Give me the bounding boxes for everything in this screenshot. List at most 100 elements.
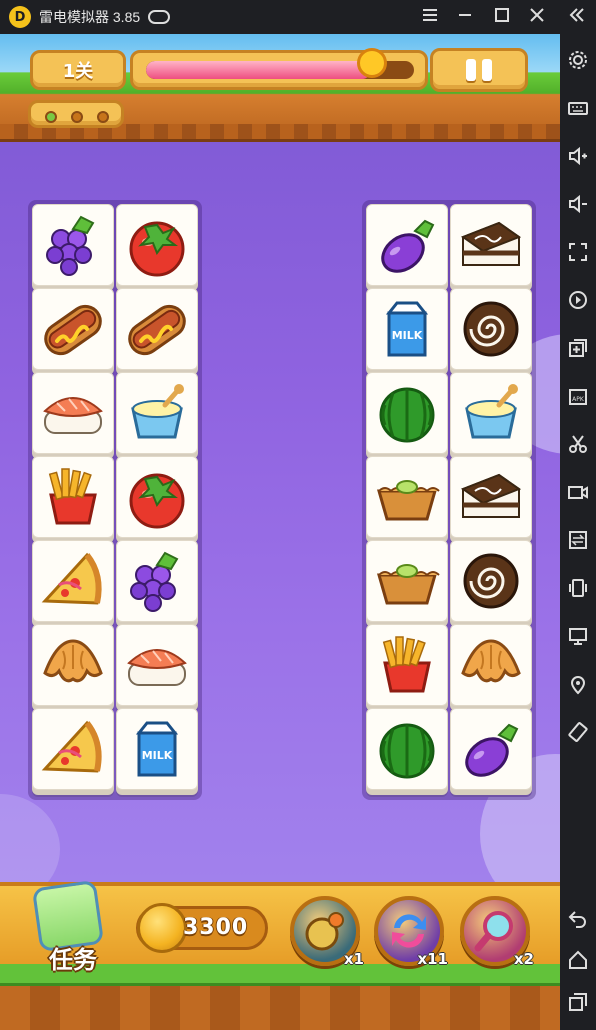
pause-icon [482, 59, 492, 81]
watermelon-icon [379, 723, 435, 779]
tile-cake[interactable] [450, 204, 532, 286]
tile-tart[interactable] [366, 456, 448, 538]
screenshot-scissors-icon[interactable] [566, 432, 590, 456]
settings-gear-icon[interactable] [566, 48, 590, 72]
tile-fries[interactable] [32, 456, 114, 538]
eggplant-icon [465, 723, 519, 777]
croissant-icon [43, 639, 103, 683]
bomb-hint-icon [305, 912, 344, 951]
svg-text:MILK: MILK [392, 329, 423, 342]
magnifier-powerup-button[interactable]: x2 [460, 896, 534, 968]
sync-icon[interactable] [566, 528, 590, 552]
app-logo-icon: D [9, 6, 31, 28]
sushi-icon [43, 397, 103, 434]
fries-icon [48, 468, 97, 525]
location-icon[interactable] [566, 672, 590, 696]
tile-tart[interactable] [366, 540, 448, 622]
maximize-icon[interactable] [490, 5, 514, 29]
menu-icon[interactable] [418, 5, 442, 29]
volume-down-icon[interactable] [566, 192, 590, 216]
tile-hotdog[interactable] [32, 288, 114, 370]
tile-grape[interactable] [32, 204, 114, 286]
multi-instance-icon[interactable] [566, 336, 590, 360]
fullscreen-icon[interactable] [566, 240, 590, 264]
tile-tomato[interactable] [116, 204, 198, 286]
emulator-window: D 雷电模拟器 3.85 APK 1关 MILK MILK 任务 3300 x1… [0, 0, 596, 1030]
tile-eggplant[interactable] [450, 708, 532, 790]
tomato-icon [129, 221, 185, 277]
tile-hotdog[interactable] [116, 288, 198, 370]
keyboard-icon[interactable] [566, 96, 590, 120]
tart-icon [377, 564, 440, 605]
croissant-icon [461, 639, 521, 683]
gamepad-icon[interactable] [148, 10, 171, 24]
sun-marker-icon [357, 48, 388, 78]
magnifier-count: x2 [513, 950, 534, 968]
tile-pudding[interactable] [116, 372, 198, 454]
stage-dot [45, 111, 57, 123]
hotdog-icon [44, 304, 102, 356]
tile-milk[interactable]: MILK [116, 708, 198, 790]
tile-eggplant[interactable] [366, 204, 448, 286]
hint-powerup-button[interactable]: x1 [290, 896, 364, 968]
recent-apps-icon[interactable] [566, 990, 590, 1014]
tile-sushi[interactable] [32, 372, 114, 454]
tile-pizza[interactable] [32, 540, 114, 622]
tile-tomato[interactable] [116, 456, 198, 538]
home-icon[interactable] [566, 948, 590, 972]
swissroll-icon [463, 301, 519, 357]
pizza-icon [41, 720, 102, 773]
grape-icon [130, 551, 179, 612]
tile-swissroll[interactable] [450, 288, 532, 370]
collapse-sidebar-icon[interactable] [565, 5, 589, 29]
milk-icon: MILK [135, 721, 179, 777]
milk-icon: MILK [385, 301, 429, 357]
tile-croissant[interactable] [450, 624, 532, 706]
tile-sushi[interactable] [116, 624, 198, 706]
minimize-icon[interactable] [453, 5, 477, 29]
video-record-icon[interactable] [566, 480, 590, 504]
magnifier-icon [474, 911, 513, 952]
grape-icon [46, 215, 95, 276]
screen-record-icon[interactable] [566, 288, 590, 312]
rotate-icon[interactable] [566, 720, 590, 744]
task-label: 任务 [49, 946, 97, 974]
tile-watermelon[interactable] [366, 708, 448, 790]
progress-fill [146, 61, 372, 79]
bottom-bar: 任务 3300 x1 x11 x2 [0, 860, 560, 1030]
pause-button[interactable] [432, 50, 526, 90]
shuffle-count: x11 [417, 950, 448, 968]
tile-pizza[interactable] [32, 708, 114, 790]
coin-icon [137, 903, 187, 953]
svg-text:APK: APK [572, 396, 585, 403]
tile-swissroll[interactable] [450, 540, 532, 622]
watermelon-icon [379, 387, 435, 443]
tile-cake[interactable] [450, 456, 532, 538]
volume-up-icon[interactable] [566, 144, 590, 168]
tart-icon [377, 480, 440, 521]
shuffle-powerup-button[interactable]: x11 [374, 896, 448, 968]
emulator-sidebar: APK [560, 34, 596, 1030]
hotdog-icon [128, 304, 186, 356]
tile-grape[interactable] [116, 540, 198, 622]
title-bar: D 雷电模拟器 3.85 [0, 0, 596, 34]
stage-dot [97, 111, 109, 123]
tile-milk[interactable]: MILK [366, 288, 448, 370]
eggplant-icon [381, 219, 435, 273]
pudding-icon [465, 384, 518, 439]
task-button[interactable]: 任务 [22, 878, 118, 976]
sushi-icon [127, 649, 187, 686]
apk-install-icon[interactable]: APK [566, 384, 590, 408]
tile-watermelon[interactable] [366, 372, 448, 454]
tile-fries[interactable] [366, 624, 448, 706]
display-icon[interactable] [566, 624, 590, 648]
app-title: 雷电模拟器 3.85 [39, 9, 141, 25]
coin-counter: 3300 [136, 903, 268, 953]
stage-dots [28, 100, 124, 128]
tile-croissant[interactable] [32, 624, 114, 706]
shake-icon[interactable] [566, 576, 590, 600]
fries-icon [382, 636, 431, 693]
tile-pudding[interactable] [450, 372, 532, 454]
close-icon[interactable] [525, 5, 549, 29]
back-icon[interactable] [566, 906, 590, 930]
